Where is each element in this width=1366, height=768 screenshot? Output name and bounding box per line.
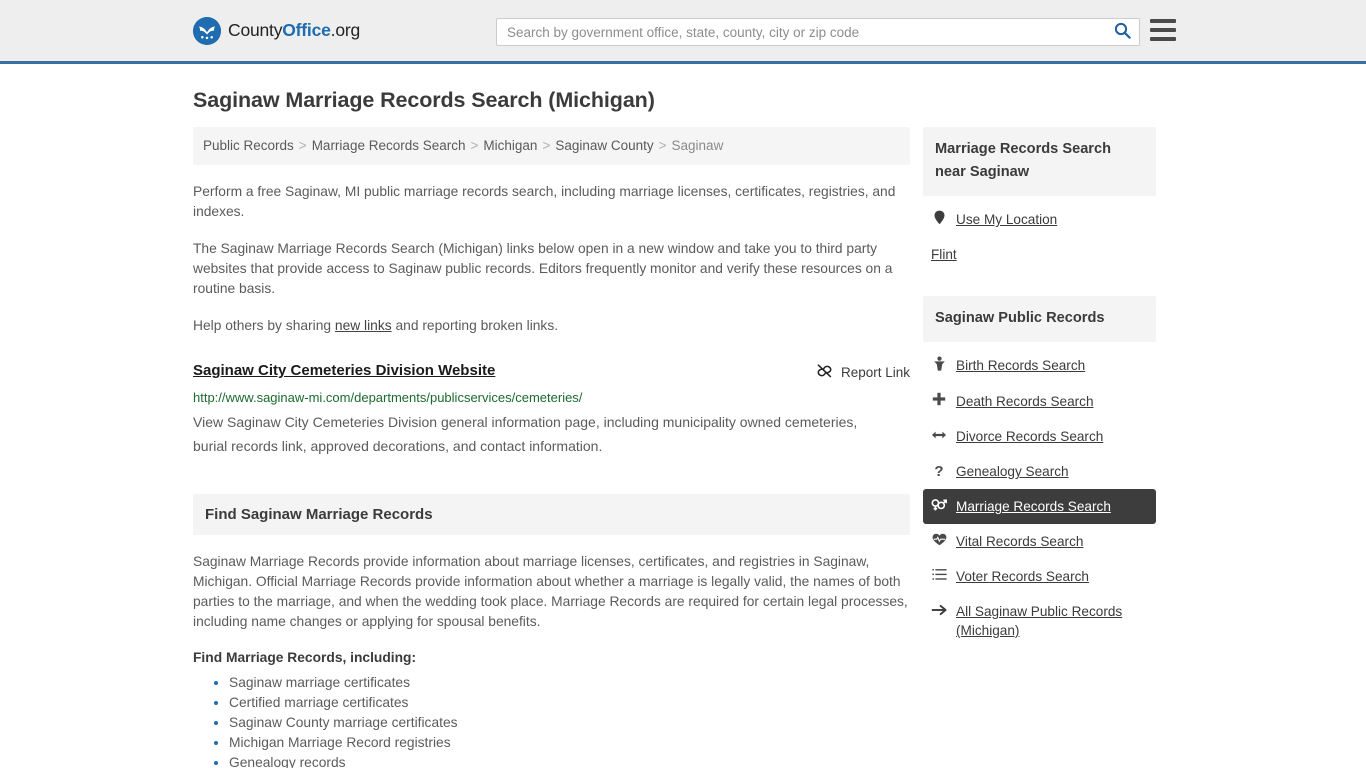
venus-mars-icon (931, 497, 948, 516)
sidebar-item-divorce-records-search[interactable]: Divorce Records Search (923, 419, 1156, 454)
find-records-paragraph: Saginaw Marriage Records provide informa… (193, 554, 908, 629)
breadcrumb-separator: > (658, 138, 667, 153)
sidebar-item-birth-records-search[interactable]: Birth Records Search (923, 348, 1156, 384)
sidebar-item-all-saginaw-public-records[interactable]: All Saginaw Public Records (Michigan) (923, 594, 1156, 648)
sidebar-item-vital-records-search[interactable]: Vital Records Search (923, 524, 1156, 559)
public-records-panel: Saginaw Public Records Birth Records Sea… (923, 296, 1156, 648)
share-text-before: Help others by sharing (193, 318, 335, 333)
site-logo-text: CountyOffice.org (228, 20, 360, 41)
page-body: Saginaw Marriage Records Search (Michiga… (0, 88, 1366, 768)
public-records-list: Birth Records Search Death Records Searc… (923, 348, 1156, 648)
breadcrumb-item-marriage-records-search[interactable]: Marriage Records Search (312, 138, 466, 153)
intro-paragraph-1: Perform a free Saginaw, MI public marria… (193, 184, 896, 219)
intro-paragraph-3: Help others by sharing new links and rep… (193, 316, 910, 336)
sidebar-item-label: Genealogy Search (956, 464, 1069, 479)
report-link-button[interactable]: Report Link (816, 362, 910, 382)
sidebar-item-label: Use My Location (956, 212, 1058, 227)
nearby-searches-panel: Marriage Records Search near Saginaw Use… (923, 127, 1156, 272)
result-url: http://www.saginaw-mi.com/departments/pu… (193, 390, 583, 405)
list-item: Michigan Marriage Record registries (229, 733, 910, 753)
arrows-left-right-icon (931, 427, 947, 446)
breadcrumb-separator: > (542, 138, 551, 153)
sidebar-item-genealogy-search[interactable]: ? Genealogy Search (923, 454, 1156, 489)
page-title: Saginaw Marriage Records Search (Michiga… (193, 88, 655, 112)
find-records-heading: Find Saginaw Marriage Records (193, 494, 910, 535)
result-title-link[interactable]: Saginaw City Cemeteries Division Website (193, 362, 495, 379)
sidebar-item-label: All Saginaw Public Records (Michigan) (956, 604, 1123, 638)
broken-link-icon (816, 363, 833, 382)
sidebar-item-label: Birth Records Search (956, 358, 1086, 373)
breadcrumb-separator: > (298, 138, 307, 153)
find-records-list-heading: Find Marriage Records, including: (193, 650, 417, 665)
sidebar-item-label: Vital Records Search (956, 534, 1084, 549)
result-description: View Saginaw City Cemeteries Division ge… (193, 414, 858, 454)
heartbeat-icon (931, 532, 947, 551)
sidebar: Marriage Records Search near Saginaw Use… (923, 127, 1156, 768)
sidebar-item-flint[interactable]: Flint (923, 238, 1156, 272)
logo-text-county: County (228, 20, 283, 40)
sidebar-item-label: Divorce Records Search (956, 429, 1104, 444)
cross-icon (931, 392, 947, 411)
site-header: CountyOffice.org (0, 0, 1366, 64)
hamburger-bar (1150, 37, 1176, 41)
sidebar-item-marriage-records-search[interactable]: Marriage Records Search (923, 489, 1156, 524)
breadcrumb-separator: > (470, 138, 479, 153)
hamburger-bar (1150, 19, 1176, 23)
list-item: Certified marriage certificates (229, 693, 910, 713)
hamburger-bar (1150, 28, 1176, 32)
sidebar-item-use-my-location[interactable]: Use My Location (923, 202, 1156, 238)
search-icon (1114, 22, 1131, 42)
breadcrumb-item-saginaw: Saginaw (671, 138, 724, 153)
breadcrumb-item-saginaw-county[interactable]: Saginaw County (555, 138, 653, 153)
sidebar-item-label: Marriage Records Search (956, 499, 1111, 514)
nearby-searches-list: Use My Location Flint (923, 202, 1156, 272)
sidebar-item-label: Death Records Search (956, 394, 1094, 409)
new-links-link[interactable]: new links (335, 318, 392, 333)
intro-paragraph-2: The Saginaw Marriage Records Search (Mic… (193, 241, 893, 296)
hamburger-menu-icon[interactable] (1150, 19, 1176, 41)
find-records-list: Saginaw marriage certificates Certified … (193, 673, 910, 768)
breadcrumb-item-public-records[interactable]: Public Records (203, 138, 294, 153)
eagle-seal-icon (193, 16, 221, 45)
list-item: Genealogy records (229, 753, 910, 768)
search-input[interactable] (497, 19, 1105, 45)
question-mark-icon: ? (934, 463, 944, 480)
site-logo[interactable]: CountyOffice.org (193, 16, 360, 45)
arrow-right-icon (931, 602, 947, 621)
search-bar (496, 18, 1140, 46)
list-item: Saginaw County marriage certificates (229, 713, 910, 733)
share-text-after: and reporting broken links. (391, 318, 559, 333)
result-item: Saginaw City Cemeteries Division Website… (193, 362, 910, 458)
baby-icon (931, 356, 947, 376)
map-pin-icon (931, 210, 947, 230)
list-item: Saginaw marriage certificates (229, 673, 910, 693)
search-button[interactable] (1105, 19, 1139, 45)
list-ol-icon (931, 567, 947, 586)
content-container: Saginaw Marriage Records Search (Michiga… (193, 88, 1173, 768)
breadcrumb-item-michigan[interactable]: Michigan (483, 138, 537, 153)
sidebar-item-voter-records-search[interactable]: Voter Records Search (923, 559, 1156, 594)
report-link-label: Report Link (840, 365, 910, 380)
logo-text-org: .org (330, 20, 361, 40)
sidebar-item-death-records-search[interactable]: Death Records Search (923, 384, 1156, 419)
sidebar-item-label: Flint (931, 247, 957, 262)
sidebar-item-label: Voter Records Search (956, 569, 1089, 584)
main-column: Public Records > Marriage Records Search > M… (193, 127, 910, 768)
nearby-searches-heading: Marriage Records Search near Saginaw (923, 127, 1156, 196)
breadcrumb: Public Records > Marriage Records Search > M… (193, 127, 910, 165)
public-records-heading: Saginaw Public Records (923, 296, 1156, 342)
logo-text-office: Office (282, 20, 331, 40)
